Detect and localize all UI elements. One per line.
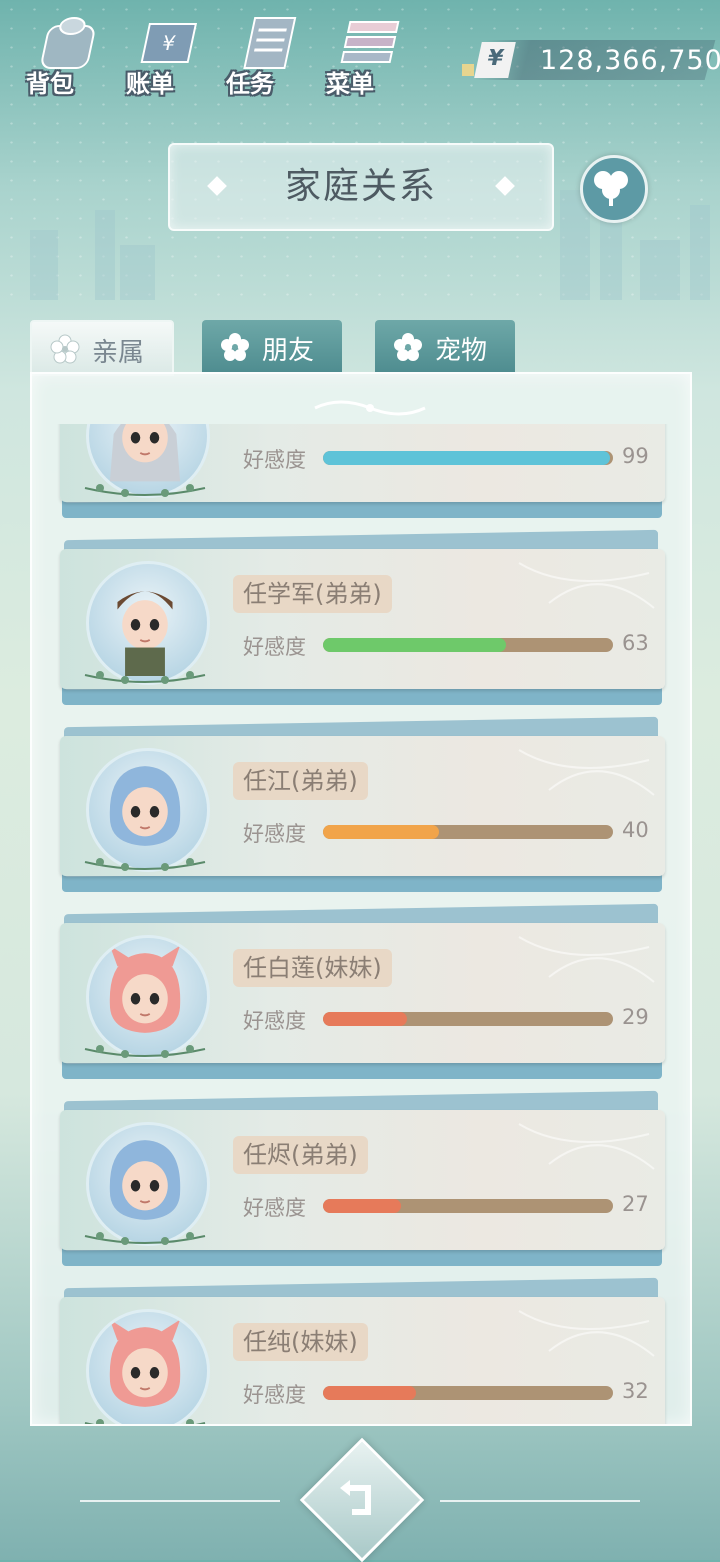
page-title: 家庭关系 [284,166,437,207]
top-bar: 背包 ¥ 账单 任务 菜单 ¥ 128,366,750 [0,0,720,110]
tab-label: 宠物 [435,336,488,366]
relations-list[interactable]: 好感度 99 任学军(弟弟) 好感度 63 任江(弟弟) 好感度 40 任白莲(妹妹) 好感度 29… [40,424,682,1424]
relation-name: 任学军(弟弟) [233,575,392,613]
affinity-bar-fill [323,451,611,465]
task-icon [243,17,297,69]
relation-card[interactable]: 任白莲(妹妹) 好感度 29 [60,903,665,1079]
lace-ornament-icon [518,1310,655,1357]
task-button[interactable]: 任务 [220,8,310,103]
scroll-ornament-icon [314,400,426,416]
affinity-value: 99 [622,444,649,468]
menu-button[interactable]: 菜单 [320,8,410,103]
divider [80,1500,280,1502]
affinity-label: 好感度 [243,1383,306,1407]
affinity-value: 63 [622,631,649,655]
relation-card[interactable]: 任烬(弟弟) 好感度 27 [60,1090,665,1266]
relations-panel: 好感度 99 任学军(弟弟) 好感度 63 任江(弟弟) 好感度 40 任白莲(妹妹) 好感度 29… [30,372,692,1426]
lace-ornament-icon [518,749,655,796]
bill-icon: ¥ [140,23,198,63]
tab-pets[interactable]: 宠物 [375,320,515,372]
money-display: ¥ 128,366,750 [462,40,720,80]
affinity-label: 好感度 [243,635,306,659]
vine-ornament-icon [84,1045,206,1058]
relation-card[interactable]: 任纯(妹妹) 好感度 32 [60,1277,665,1424]
affinity-bar [323,1199,613,1213]
vine-ornament-icon [84,1232,206,1245]
affinity-value: 29 [622,1005,649,1029]
menu-label: 菜单 [326,70,374,98]
tab-label: 朋友 [262,336,315,366]
flower-icon [221,333,249,361]
affinity-bar-fill [323,825,439,839]
affinity-bar [323,1012,613,1026]
task-label: 任务 [226,70,274,98]
lace-ornament-icon [518,562,655,609]
affinity-label: 好感度 [243,822,306,846]
lace-ornament-icon [509,424,659,426]
vine-ornament-icon [84,858,206,871]
affinity-label: 好感度 [243,1009,306,1033]
money-value: 128,366,750 [540,45,720,76]
affinity-label: 好感度 [243,448,306,472]
family-tree-button[interactable] [580,155,648,223]
affinity-bar-fill [323,1012,408,1026]
lace-ornament-icon [518,936,655,983]
affinity-bar-fill [323,638,506,652]
relation-card[interactable]: 好感度 99 [60,424,665,518]
lace-ornament-icon [518,1123,655,1170]
family-tree-icon [594,171,628,206]
affinity-bar-fill [323,1386,416,1400]
bill-label: 账单 [126,70,174,98]
affinity-bar-fill [323,1199,402,1213]
relation-name: 任纯(妹妹) [233,1323,368,1361]
tab-relatives[interactable]: 亲属 [30,320,174,376]
back-arrow-icon [340,1480,371,1515]
flower-icon [50,334,80,364]
bag-icon [41,17,95,69]
relation-card[interactable]: 任学军(弟弟) 好感度 63 [60,529,665,705]
vine-ornament-icon [84,484,206,497]
relation-name: 任烬(弟弟) [233,1136,368,1174]
affinity-bar [323,825,613,839]
bag-button[interactable]: 背包 [20,8,110,103]
bill-button[interactable]: ¥ 账单 [120,8,210,103]
tab-label: 亲属 [92,338,145,368]
affinity-value: 27 [622,1192,649,1216]
bag-label: 背包 [26,70,74,98]
vine-ornament-icon [84,1419,206,1424]
flower-icon [394,333,422,361]
relation-name: 任江(弟弟) [233,762,368,800]
tab-friends[interactable]: 朋友 [202,320,342,372]
divider [440,1500,640,1502]
affinity-bar [323,1386,613,1400]
menu-icon [340,21,400,63]
affinity-value: 32 [622,1379,649,1403]
affinity-bar [323,638,613,652]
affinity-value: 40 [622,818,649,842]
vine-ornament-icon [84,671,206,684]
affinity-label: 好感度 [243,1196,306,1220]
relation-name: 任白莲(妹妹) [233,949,392,987]
affinity-bar [323,451,613,465]
relation-card[interactable]: 任江(弟弟) 好感度 40 [60,716,665,892]
page-title-box: 家庭关系 [168,143,554,231]
